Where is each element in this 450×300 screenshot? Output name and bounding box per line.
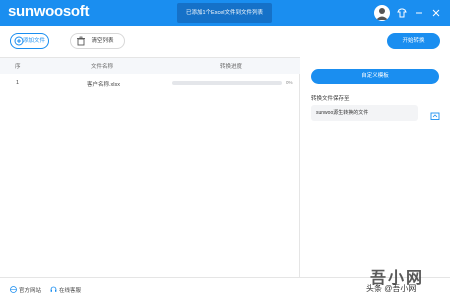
globe-icon — [10, 286, 17, 293]
header-filename: 文件名称 — [91, 64, 114, 70]
minimize-icon[interactable] — [413, 6, 425, 18]
save-location-label: 转换文件保存至 — [311, 96, 350, 102]
table-header: 序 文件名称 转换进度 — [0, 58, 300, 74]
online-support-label: 在线客服 — [59, 288, 82, 294]
shirt-icon[interactable] — [396, 6, 408, 18]
watermark-caption: 头条 @吾小网 — [366, 284, 417, 293]
app-logo: sunwoosoft — [8, 3, 90, 20]
trash-icon — [76, 36, 86, 46]
row-index: 1 — [16, 80, 20, 86]
close-icon[interactable] — [430, 6, 442, 18]
table-row[interactable]: 1 客户名称.xlsx 0% — [0, 76, 300, 90]
clear-list-button[interactable]: 清空列表 — [70, 33, 125, 49]
headset-icon — [50, 286, 57, 293]
title-bar: sunwoosoft 已添加1个Excel文件到文件列表 — [0, 0, 450, 26]
status-notice: 已添加1个Excel文件到文件列表 — [177, 3, 272, 23]
settings-panel: 自定义模板 转换文件保存至 sunwoo源生转换的文件 — [301, 57, 450, 277]
user-avatar-icon[interactable] — [374, 5, 390, 21]
online-support-link[interactable]: 在线客服 — [50, 286, 81, 294]
add-file-button[interactable]: 添加文件 — [10, 33, 49, 49]
clear-list-label: 清空列表 — [91, 38, 114, 44]
row-progress-bar — [172, 81, 282, 85]
file-list-panel: 序 文件名称 转换进度 1 客户名称.xlsx 0% — [0, 57, 300, 277]
row-progress-percent: 0% — [286, 80, 293, 85]
header-progress: 转换进度 — [220, 64, 243, 70]
official-site-label: 官方网站 — [19, 288, 42, 294]
folder-open-icon[interactable] — [430, 108, 440, 120]
official-site-link[interactable]: 官方网站 — [10, 286, 41, 294]
custom-template-button[interactable]: 自定义模板 — [311, 69, 439, 84]
start-convert-button[interactable]: 开始转换 — [387, 33, 440, 49]
header-index: 序 — [15, 64, 21, 70]
add-file-label: 添加文件 — [22, 38, 45, 44]
row-filename: 客户名称.xlsx — [87, 82, 121, 88]
add-file-icon — [14, 36, 24, 46]
save-path-field[interactable]: sunwoo源生转换的文件 — [311, 105, 418, 121]
